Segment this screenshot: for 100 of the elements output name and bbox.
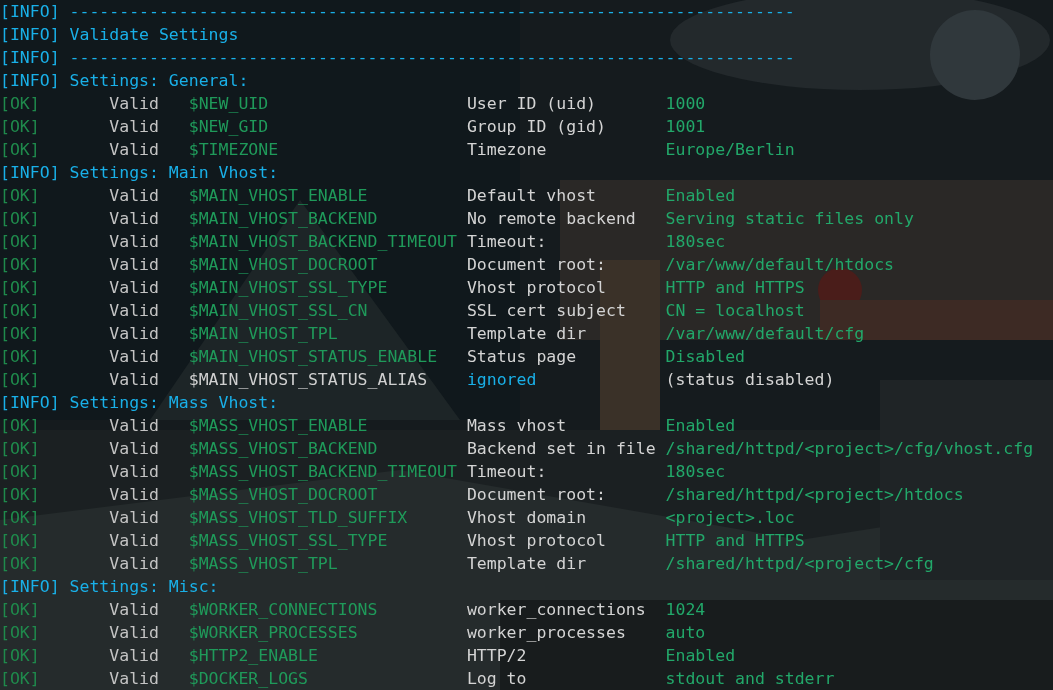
- ok-tag: [OK]: [0, 255, 40, 274]
- variable-name: $MASS_VHOST_BACKEND_TIMEOUT: [188, 462, 457, 481]
- ok-tag: [OK]: [0, 186, 40, 205]
- variable-name: $MASS_VHOST_BACKEND: [188, 439, 378, 458]
- setting-label: worker_connections: [466, 600, 646, 619]
- setting-value: Disabled: [665, 346, 746, 368]
- setting-value: /var/www/default/htdocs: [665, 254, 895, 276]
- variable-name: $MAIN_VHOST_BACKEND: [188, 209, 378, 228]
- setting-label: SSL cert subject: [466, 301, 626, 320]
- variable-name: $WORKER_PROCESSES: [188, 623, 358, 642]
- status-text: Valid: [109, 209, 159, 228]
- status-text: Valid: [109, 370, 159, 389]
- setting-label: Vhost domain: [466, 508, 587, 527]
- setting-value: Serving static files only: [665, 208, 914, 230]
- setting-label: Default vhost: [466, 186, 596, 205]
- setting-value: Enabled: [665, 185, 736, 207]
- status-text: Valid: [109, 324, 159, 343]
- log-message: Validate Settings: [69, 24, 239, 46]
- setting-value: CN = localhost: [665, 300, 805, 322]
- info-tag: [INFO]: [0, 69, 70, 92]
- setting-label: Status page: [466, 347, 577, 366]
- variable-name: $MASS_VHOST_TLD_SUFFIX: [188, 508, 408, 527]
- ok-tag: [OK]: [0, 94, 40, 113]
- status-text: Valid: [109, 485, 159, 504]
- status-text: Valid: [109, 623, 159, 642]
- ok-tag: [OK]: [0, 370, 40, 389]
- info-tag: [INFO]: [0, 0, 70, 23]
- setting-label: HTTP/2: [466, 646, 527, 665]
- log-message: -------------------------------------------------------------------------: [69, 47, 795, 69]
- status-text: Valid: [109, 186, 159, 205]
- status-text: Valid: [109, 232, 159, 251]
- ok-tag: [OK]: [0, 209, 40, 228]
- setting-label: Template dir: [466, 554, 587, 573]
- status-text: Valid: [109, 416, 159, 435]
- setting-label: Timeout:: [466, 232, 547, 251]
- variable-name: $MAIN_VHOST_SSL_CN: [188, 301, 368, 320]
- ok-tag: [OK]: [0, 301, 40, 320]
- log-message: Settings: Main Vhost:: [69, 162, 279, 184]
- setting-value: Enabled: [665, 415, 736, 437]
- ok-tag: [OK]: [0, 439, 40, 458]
- setting-label: User ID (uid): [466, 94, 596, 113]
- ok-tag: [OK]: [0, 347, 40, 366]
- variable-name: $MASS_VHOST_DOCROOT: [188, 485, 378, 504]
- setting-value: auto: [665, 622, 706, 644]
- ok-tag: [OK]: [0, 623, 40, 642]
- setting-value: 1000: [665, 93, 706, 115]
- setting-value: 1001: [665, 116, 706, 138]
- variable-name: $MAIN_VHOST_ENABLE: [188, 186, 368, 205]
- info-tag: [INFO]: [0, 161, 70, 184]
- status-text: Valid: [109, 439, 159, 458]
- setting-label: worker_processes: [466, 623, 626, 642]
- status-text: Valid: [109, 255, 159, 274]
- variable-name: $MASS_VHOST_ENABLE: [188, 416, 368, 435]
- setting-label: Timeout:: [466, 462, 547, 481]
- setting-label: Vhost protocol: [466, 531, 606, 550]
- setting-label: ignored: [466, 370, 537, 389]
- setting-label: Vhost protocol: [466, 278, 606, 297]
- ok-tag: [OK]: [0, 416, 40, 435]
- setting-value: /var/www/default/cfg: [665, 323, 865, 345]
- setting-value: <project>.loc: [665, 507, 795, 529]
- variable-name: $NEW_GID: [188, 117, 269, 136]
- setting-value: Europe/Berlin: [665, 139, 795, 161]
- info-tag: [INFO]: [0, 575, 70, 598]
- setting-label: Document root:: [466, 485, 606, 504]
- setting-label: Backend set in file: [466, 439, 656, 458]
- status-text: Valid: [109, 94, 159, 113]
- ok-tag: [OK]: [0, 531, 40, 550]
- log-message: Settings: Mass Vhost:: [69, 392, 279, 414]
- setting-value: (status disabled): [665, 369, 835, 391]
- variable-name: $WORKER_CONNECTIONS: [188, 600, 378, 619]
- status-text: Valid: [109, 117, 159, 136]
- setting-value: Enabled: [665, 645, 736, 667]
- info-tag: [INFO]: [0, 391, 70, 414]
- setting-label: No remote backend: [466, 209, 636, 228]
- ok-tag: [OK]: [0, 324, 40, 343]
- ok-tag: [OK]: [0, 508, 40, 527]
- setting-value: 1024: [665, 599, 706, 621]
- setting-value: HTTP and HTTPS: [665, 277, 805, 299]
- setting-value: /shared/httpd/<project>/htdocs: [665, 484, 964, 506]
- status-text: Valid: [109, 462, 159, 481]
- status-text: Valid: [109, 347, 159, 366]
- status-text: Valid: [109, 140, 159, 159]
- setting-label: Template dir: [466, 324, 587, 343]
- log-message: Settings: General:: [69, 70, 249, 92]
- setting-label: Timezone: [466, 140, 547, 159]
- variable-name: $MAIN_VHOST_BACKEND_TIMEOUT: [188, 232, 457, 251]
- setting-value: stdout and stderr: [665, 668, 835, 690]
- ok-tag: [OK]: [0, 554, 40, 573]
- setting-label: Log to: [466, 669, 527, 688]
- variable-name: $HTTP2_ENABLE: [188, 646, 318, 665]
- status-text: Valid: [109, 508, 159, 527]
- status-text: Valid: [109, 531, 159, 550]
- setting-value: 180sec: [665, 461, 726, 483]
- ok-tag: [OK]: [0, 140, 40, 159]
- ok-tag: [OK]: [0, 462, 40, 481]
- variable-name: $TIMEZONE: [188, 140, 279, 159]
- variable-name: $NEW_UID: [188, 94, 269, 113]
- info-tag: [INFO]: [0, 23, 70, 46]
- status-text: Valid: [109, 600, 159, 619]
- log-message: Settings: Misc:: [69, 576, 219, 598]
